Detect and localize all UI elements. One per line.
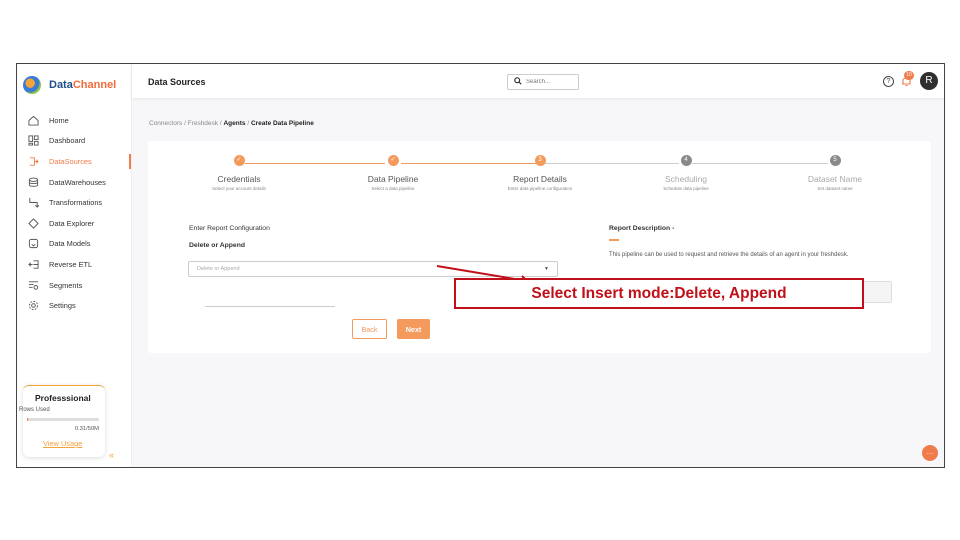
step-desc: Enter data pipeline configuration: [507, 186, 573, 191]
stepper: ✓ Credentials Select your account detail…: [148, 155, 931, 205]
step-name: Dataset Name: [807, 174, 863, 184]
plan-card: Professsional Rows Used 0.31/50M View Us…: [19, 385, 105, 457]
reverse-etl-icon: [27, 258, 39, 270]
search-box[interactable]: [507, 74, 579, 90]
step-name: Credentials: [217, 174, 261, 184]
step-data-pipeline: ✓ Data Pipeline Select a data pipeline: [318, 155, 468, 191]
breadcrumb-item[interactable]: Connectors: [149, 120, 182, 127]
step-desc: Select a data pipeline: [371, 186, 415, 191]
pipeline-card: ✓ Credentials Select your account detail…: [148, 141, 931, 353]
gear-icon: [27, 300, 39, 312]
plan-title: Professsional: [35, 393, 91, 403]
select-placeholder: Delete or Append: [197, 266, 240, 272]
step-name: Report Details: [513, 174, 567, 184]
transform-icon: [27, 197, 39, 209]
sidebar-item-label: Home: [49, 115, 69, 125]
annotation-callout: Select Insert mode:Delete, Append: [454, 278, 864, 309]
sidebar-item-label: Dashboard: [49, 136, 86, 146]
back-button[interactable]: Back: [352, 319, 387, 339]
step-name: Scheduling: [664, 174, 708, 184]
step-number: 4: [680, 155, 692, 166]
usage-value: 0.31/50M: [74, 426, 99, 432]
database-icon: [27, 176, 39, 188]
sidebar-item-label: DataWarehouses: [49, 177, 106, 187]
breadcrumb-current: Create Data Pipeline: [250, 120, 314, 127]
model-icon: [27, 238, 39, 250]
sidebar-item-reverse-etl[interactable]: Reverse ETL: [17, 254, 131, 275]
notification-badge: 10: [904, 71, 914, 80]
sidebar-item-settings[interactable]: Settings: [17, 295, 131, 316]
step-desc: Select your account details: [212, 186, 266, 191]
sidebar-item-dashboard[interactable]: Dashboard: [17, 131, 131, 152]
step-desc: Set dataset name: [817, 186, 853, 191]
next-button[interactable]: Next: [397, 319, 430, 339]
annotation-text: Select Insert mode:Delete, Append: [531, 284, 787, 302]
sidebar-item-label: Transformations: [49, 198, 103, 208]
explorer-icon: [27, 217, 39, 229]
breadcrumb-item[interactable]: Agents: [223, 120, 245, 127]
breadcrumb: Connectors / Freshdesk / Agents / Create…: [149, 120, 314, 127]
usage-progress-fill: [27, 418, 28, 421]
sidebar-item-label: Data Explorer: [49, 218, 95, 228]
check-icon: ✓: [387, 155, 399, 166]
field-label: Delete or Append: [189, 242, 246, 249]
check-icon: ✓: [233, 155, 245, 166]
delete-or-append-select[interactable]: Delete or Append ▼: [188, 261, 558, 277]
sidebar-item-label: Settings: [49, 301, 76, 311]
breadcrumb-item[interactable]: Freshdesk: [188, 120, 218, 127]
help-icon[interactable]: ?: [883, 76, 894, 87]
divider: [205, 306, 335, 307]
step-dataset-name: 5 Dataset Name Set dataset name: [760, 155, 910, 191]
report-description-title: Report Description -: [609, 225, 675, 232]
rows-used-label: Rows Used: [19, 407, 50, 413]
segments-icon: [27, 279, 39, 291]
sidebar-item-label: Data Models: [49, 239, 91, 249]
sidebar-item-segments[interactable]: Segments: [17, 275, 131, 296]
step-desc: Schedule data pipeline: [663, 186, 709, 191]
step-number: 5: [829, 155, 841, 166]
logo-text: DataChannel: [49, 79, 117, 91]
dashboard-icon: [27, 135, 39, 147]
sidebar-item-label: DataSources: [49, 156, 92, 166]
accent-underline: [609, 239, 619, 241]
logo[interactable]: DataChannel: [23, 76, 116, 94]
sidebar-nav: Home Dashboard DataSources DataWarehouse…: [17, 110, 131, 316]
sidebar-item-home[interactable]: Home: [17, 110, 131, 131]
chevron-down-icon: ▼: [544, 266, 549, 272]
step-credentials: ✓ Credentials Select your account detail…: [164, 155, 314, 191]
top-header: Data Sources ? 10 R: [132, 64, 944, 98]
sidebar-item-label: Reverse ETL: [49, 259, 93, 269]
sidebar-item-transformations[interactable]: Transformations: [17, 192, 131, 213]
search-icon: [514, 77, 522, 87]
datasource-icon: [27, 155, 39, 167]
view-usage-link[interactable]: View Usage: [43, 439, 82, 448]
sidebar-item-label: Segments: [49, 280, 83, 290]
collapse-sidebar-icon[interactable]: «: [109, 450, 114, 460]
logo-icon: [23, 76, 41, 94]
app-window: DataChannel Home Dashboard DataSources D…: [16, 63, 945, 468]
report-description-text: This pipeline can be used to request and…: [609, 252, 849, 258]
form-title: Enter Report Configuration: [189, 225, 270, 232]
sidebar-item-datasources[interactable]: DataSources: [17, 151, 131, 172]
search-input[interactable]: [526, 79, 576, 85]
home-icon: [27, 114, 39, 126]
step-scheduling: 4 Scheduling Schedule data pipeline: [611, 155, 761, 191]
step-name: Data Pipeline: [367, 174, 419, 184]
step-number: 3: [534, 155, 546, 166]
usage-progress-bar: [27, 418, 99, 421]
page-title: Data Sources: [148, 77, 206, 87]
avatar[interactable]: R: [920, 72, 938, 90]
chat-icon[interactable]: …: [922, 445, 938, 461]
sidebar-item-datawarehouses[interactable]: DataWarehouses: [17, 172, 131, 193]
step-report-details: 3 Report Details Enter data pipeline con…: [465, 155, 615, 191]
sidebar: DataChannel Home Dashboard DataSources D…: [17, 64, 132, 467]
sidebar-item-data-explorer[interactable]: Data Explorer: [17, 213, 131, 234]
sidebar-item-data-models[interactable]: Data Models: [17, 234, 131, 255]
